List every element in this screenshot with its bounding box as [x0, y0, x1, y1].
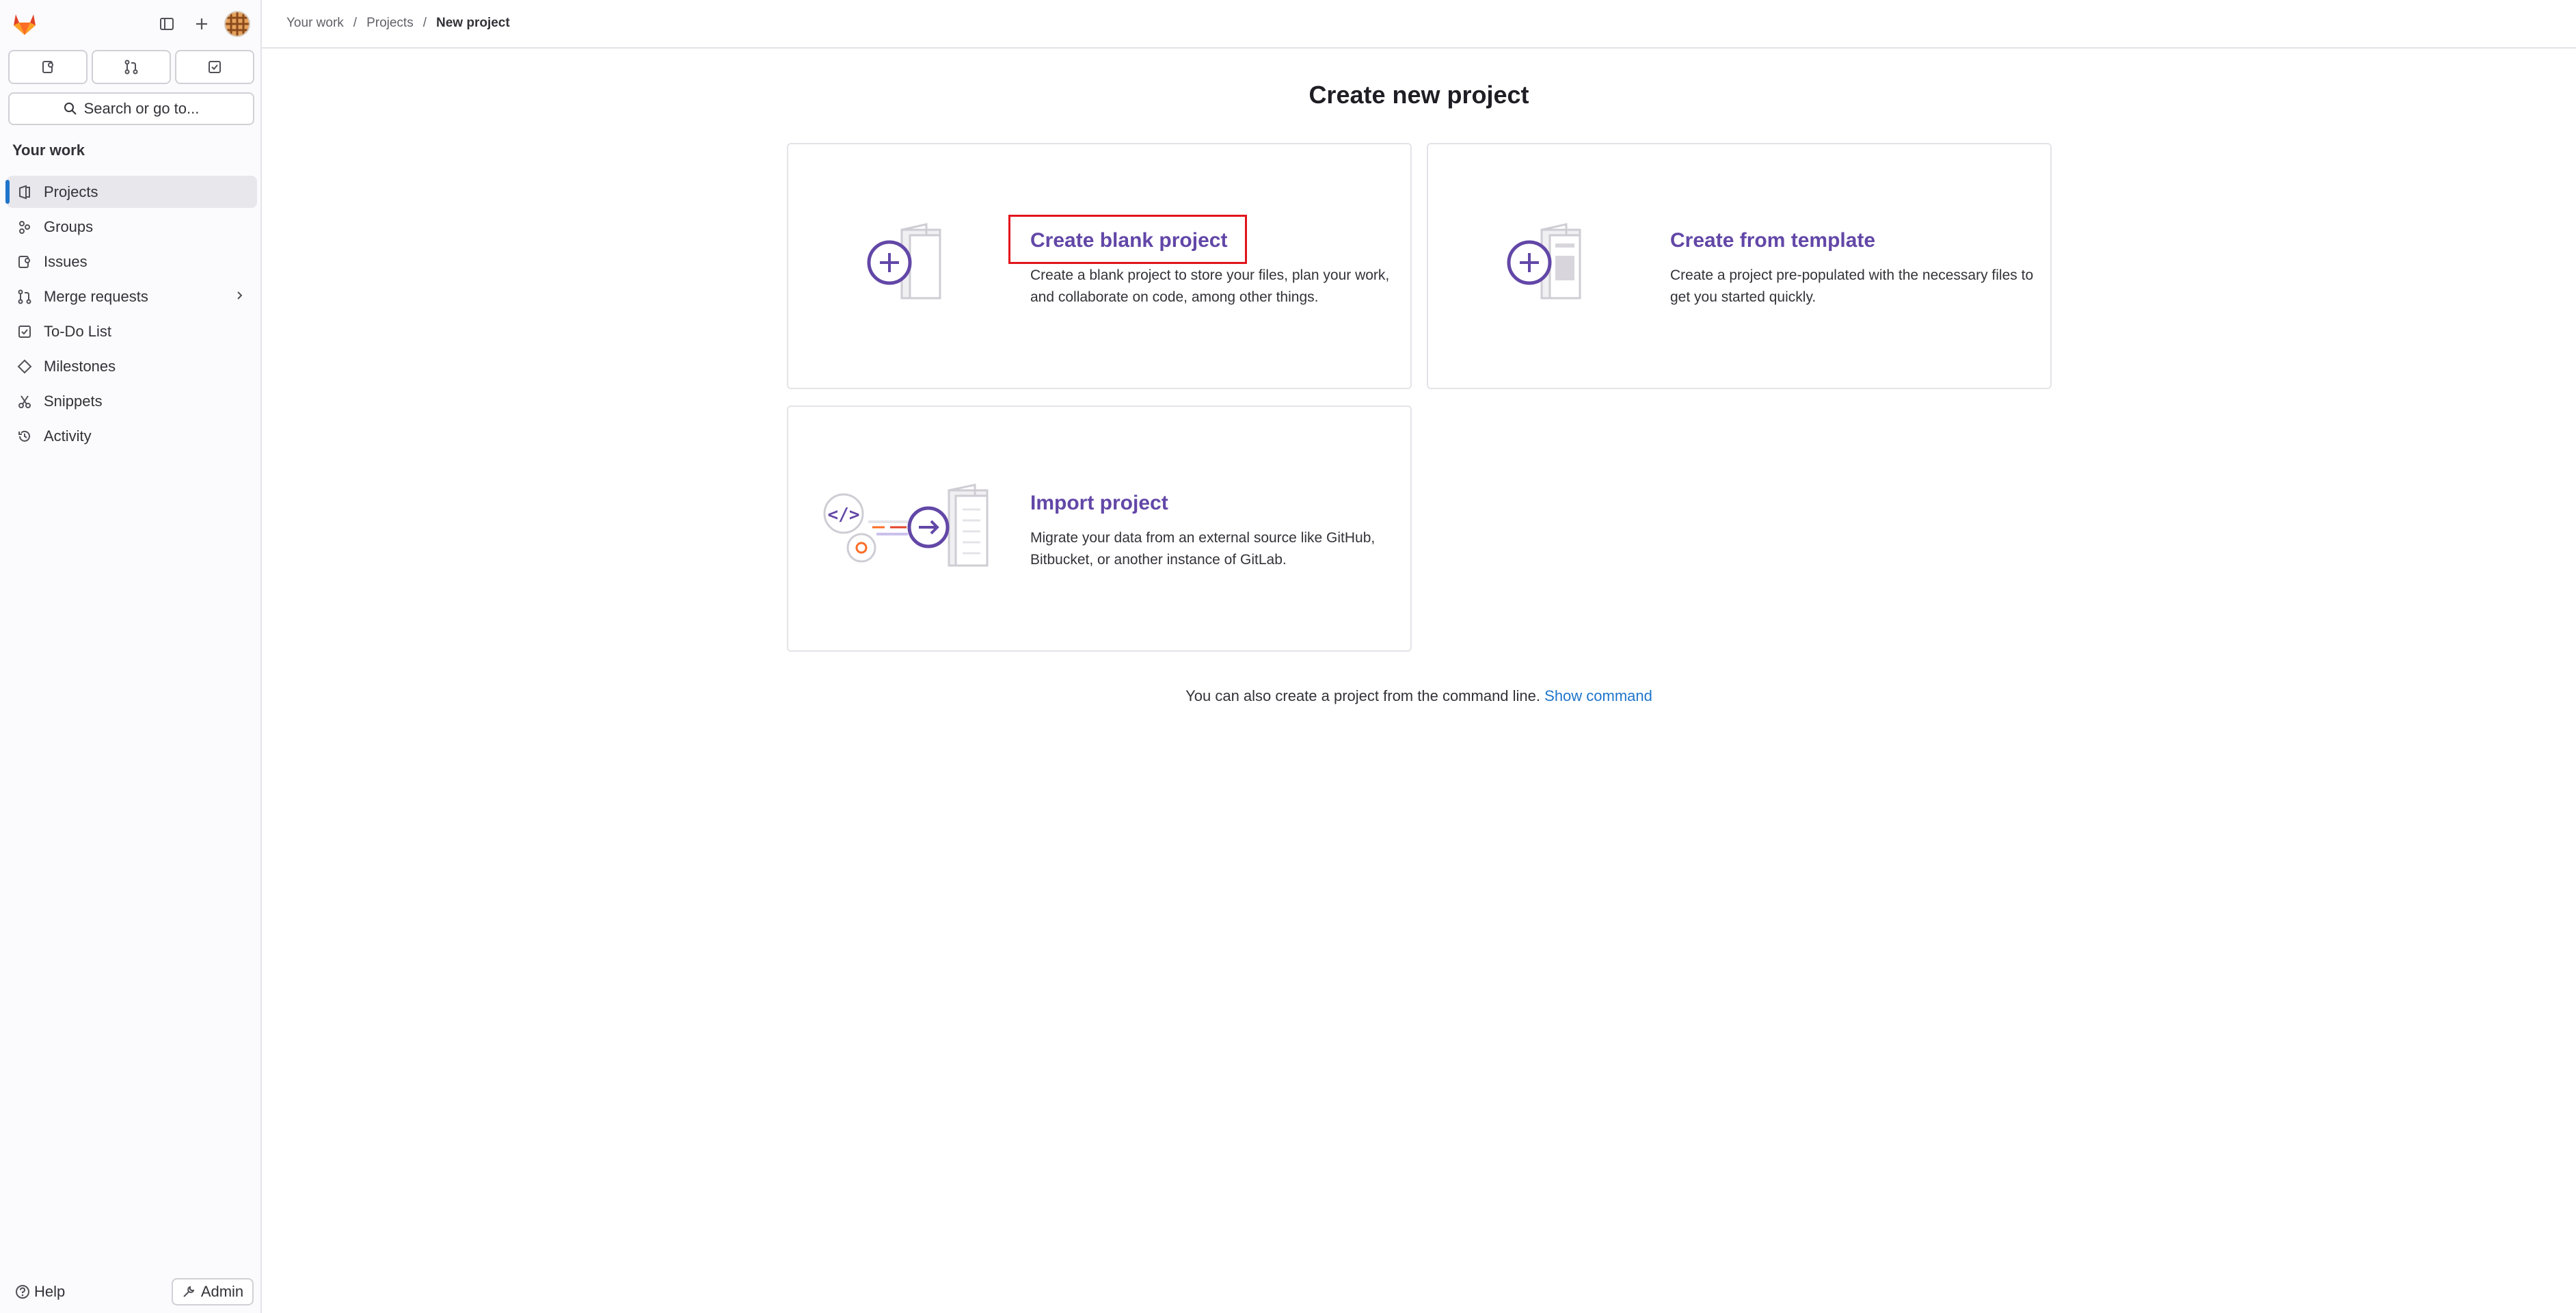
sidebar-item-todo-list[interactable]: To-Do List [7, 315, 257, 347]
plus-icon[interactable] [191, 14, 212, 34]
search-input[interactable]: Search or go to... [8, 92, 254, 125]
sidebar-item-snippets[interactable]: Snippets [7, 385, 257, 417]
merge-request-icon [124, 59, 138, 75]
sidebar-item-label: Issues [44, 252, 88, 270]
sidebar-section-title: Your work [12, 142, 85, 159]
show-command-link[interactable]: Show command [1544, 687, 1652, 704]
breadcrumb-your-work[interactable]: Your work [286, 16, 344, 31]
search-placeholder: Search or go to... [83, 100, 200, 117]
wrench-icon [183, 1286, 195, 1297]
command-line-text: You can also create a project from the c… [1185, 687, 1541, 704]
sidebar-item-label: Projects [44, 183, 98, 200]
user-avatar[interactable] [224, 11, 250, 37]
sidebar-item-groups[interactable]: Groups [7, 211, 257, 243]
sidebar-item-label: Activity [44, 427, 92, 445]
card-title[interactable]: Import project [1030, 492, 1168, 515]
sidebar-nav: Projects Groups Issues Merge requests To… [5, 176, 257, 455]
sidebar-item-label: Groups [44, 217, 94, 235]
page-title: Create new project [1309, 81, 1529, 109]
card-description: Create a blank project to store your fil… [1030, 267, 1390, 305]
chevron-right-icon [232, 289, 246, 306]
todo-icon [16, 323, 33, 340]
admin-label: Admin [200, 1283, 244, 1300]
merge-requests-button[interactable] [92, 50, 171, 84]
sidebar-item-label: Merge requests [44, 287, 148, 305]
breadcrumb-projects[interactable]: Projects [366, 16, 414, 31]
breadcrumb-separator: / [353, 16, 358, 30]
todo-button[interactable] [175, 50, 254, 84]
issues-icon [42, 61, 53, 73]
sidebar-item-issues[interactable]: Issues [7, 246, 257, 278]
highlight-box [1008, 215, 1247, 264]
gitlab-logo-icon[interactable] [12, 12, 38, 36]
import-project-illustration-icon: </> [823, 483, 989, 567]
blank-project-illustration-icon [867, 223, 941, 300]
breadcrumb: Your work / Projects / New project [286, 16, 510, 31]
card-description: Migrate your data from an external sourc… [1030, 530, 1376, 568]
admin-button[interactable]: Admin [172, 1278, 254, 1305]
breadcrumb-new-project[interactable]: New project [436, 16, 510, 31]
sidebar-toggle-icon[interactable] [157, 14, 177, 34]
question-icon [16, 1285, 29, 1299]
breadcrumb-separator: / [422, 16, 427, 30]
help-label: Help [34, 1283, 66, 1300]
command-line-hint: You can also create a project from the c… [262, 687, 2576, 705]
sidebar-item-label: Milestones [44, 357, 116, 375]
quick-actions [8, 50, 254, 84]
sidebar-item-milestones[interactable]: Milestones [7, 350, 257, 382]
project-icon [16, 184, 33, 200]
sidebar-item-projects[interactable]: Projects [5, 176, 257, 208]
search-icon [64, 103, 77, 115]
issues-icon [16, 254, 33, 270]
help-button[interactable]: Help [15, 1283, 65, 1301]
sidebar-item-merge-requests[interactable]: Merge requests [7, 280, 257, 313]
import-project-card[interactable]: </> Import project Migrate your data fro… [787, 406, 1412, 652]
todo-icon [209, 61, 221, 73]
sidebar-item-activity[interactable]: Activity [7, 420, 257, 452]
svg-text:</>: </> [828, 505, 860, 525]
history-icon [16, 428, 33, 445]
merge-request-icon [16, 289, 33, 305]
sidebar-item-label: To-Do List [44, 322, 112, 340]
assigned-issues-button[interactable] [8, 50, 88, 84]
sidebar-item-label: Snippets [44, 392, 103, 410]
create-from-template-card[interactable]: Create from template Create a project pr… [1427, 143, 2052, 389]
top-bar: Your work / Projects / New project [262, 0, 2576, 49]
milestone-icon [16, 358, 33, 375]
template-illustration-icon [1507, 223, 1581, 300]
create-blank-project-card[interactable]: Create blank project Create a blank proj… [787, 143, 1412, 389]
group-icon [16, 219, 33, 235]
sidebar: Search or go to... Your work Projects Gr… [0, 0, 262, 1313]
snippet-icon [16, 393, 33, 410]
card-description: Create a project pre-populated with the … [1670, 267, 2034, 305]
card-title[interactable]: Create from template [1670, 229, 1875, 252]
